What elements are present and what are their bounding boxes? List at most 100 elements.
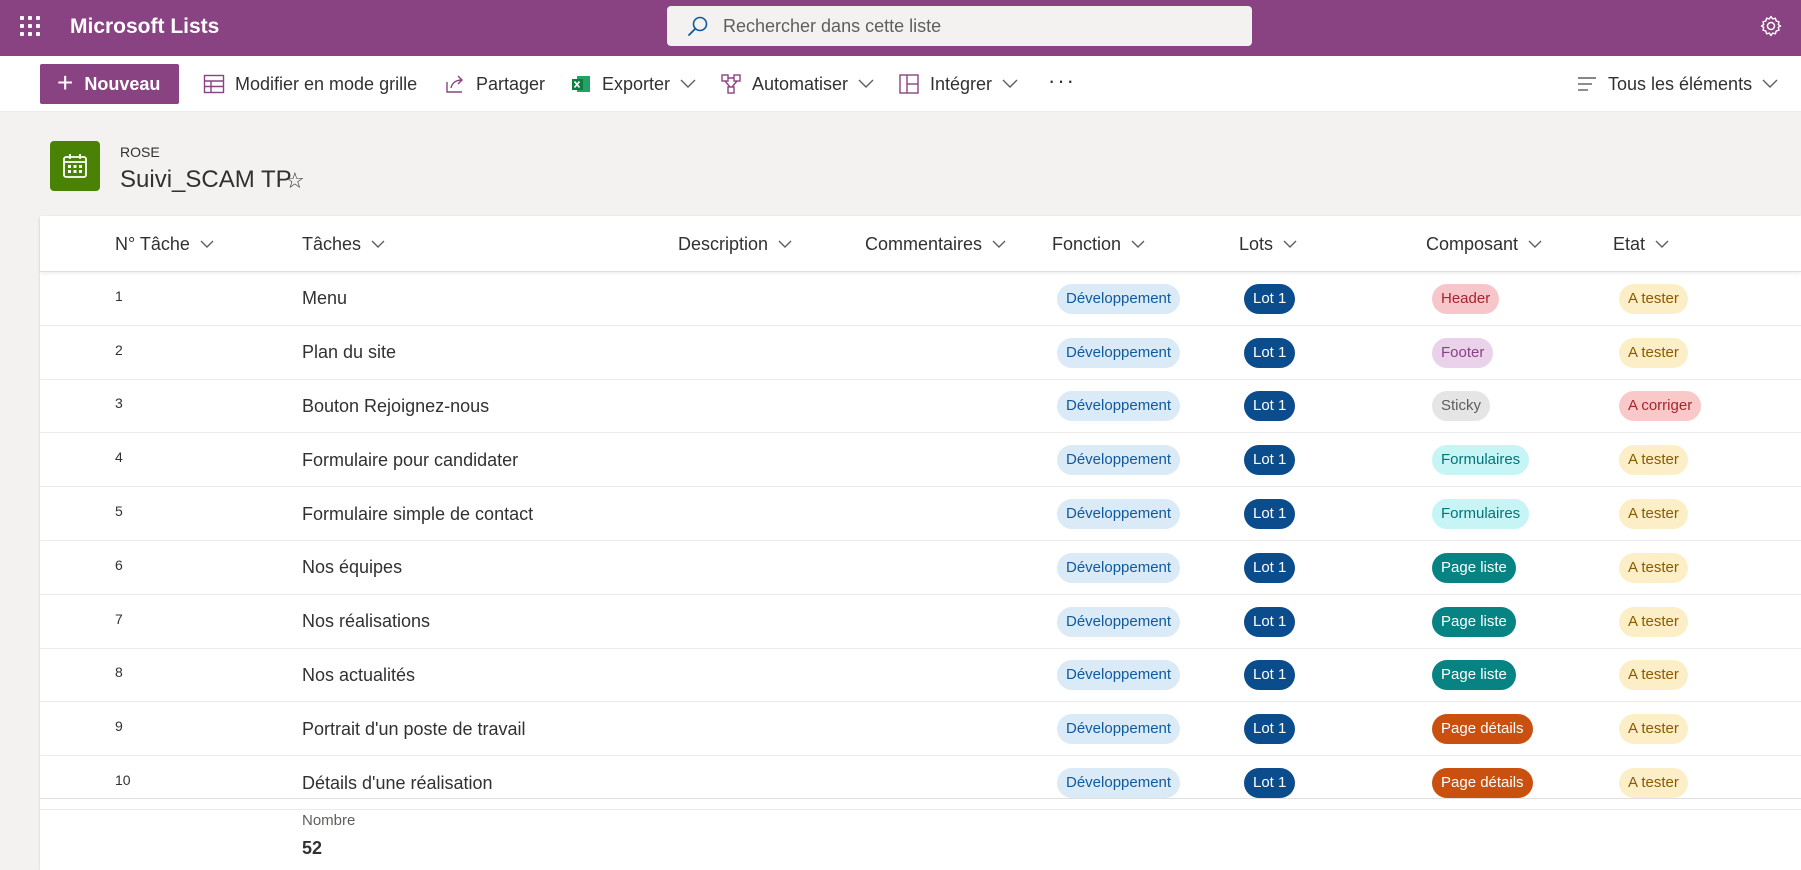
lot-cell[interactable]: Lot 1 bbox=[1244, 702, 1296, 756]
table-row[interactable]: 6 Nos équipes Développement Lot 1 Page liste… bbox=[40, 541, 1801, 595]
column-header[interactable]: Fonction bbox=[1052, 216, 1145, 272]
lot-cell[interactable]: Lot 1 bbox=[1244, 272, 1296, 326]
lot-cell[interactable]: Lot 1 bbox=[1244, 756, 1296, 810]
column-header[interactable]: N° Tâche bbox=[115, 216, 214, 272]
etat-cell[interactable]: A tester bbox=[1619, 649, 1688, 703]
fonction-cell[interactable]: Développement bbox=[1057, 272, 1181, 326]
column-header[interactable]: Tâches bbox=[302, 216, 385, 272]
lot-cell-pill: Lot 1 bbox=[1244, 660, 1296, 691]
count-value: 52 bbox=[302, 838, 323, 858]
task-title: Nos réalisations bbox=[302, 611, 431, 632]
etat-cell[interactable]: A corriger bbox=[1619, 380, 1702, 434]
etat-cell[interactable]: A tester bbox=[1619, 487, 1688, 541]
lot-cell[interactable]: Lot 1 bbox=[1244, 487, 1296, 541]
table-row[interactable]: 5 Formulaire simple de contact Développeme… bbox=[40, 487, 1801, 541]
table-row[interactable]: 7 Nos réalisations Développement Lot 1 Page … bbox=[40, 595, 1801, 649]
chevron-down-icon bbox=[1002, 79, 1018, 88]
favorite-star-icon[interactable]: ☆ bbox=[285, 168, 305, 194]
task-title: Nos actualités bbox=[302, 664, 416, 685]
etat-cell-pill: A tester bbox=[1619, 337, 1688, 368]
etat-cell[interactable]: A tester bbox=[1619, 702, 1688, 756]
task-number: 8 bbox=[115, 664, 123, 681]
composant-cell[interactable]: Page liste bbox=[1432, 541, 1516, 595]
composant-cell[interactable]: Page détails bbox=[1432, 756, 1533, 810]
table-row[interactable]: 3 Bouton Rejoignez-nous Développement Lot 1… bbox=[40, 380, 1801, 434]
lot-cell[interactable]: Lot 1 bbox=[1244, 541, 1296, 595]
lot-cell-pill: Lot 1 bbox=[1244, 714, 1296, 745]
lot-cell[interactable]: Lot 1 bbox=[1244, 433, 1296, 487]
column-header[interactable]: Etat bbox=[1613, 216, 1669, 272]
task-number: 2 bbox=[115, 341, 123, 358]
search-input[interactable] bbox=[723, 15, 1243, 37]
task-number: 6 bbox=[115, 556, 123, 573]
list-title[interactable]: Suivi_SCAM TP bbox=[120, 166, 292, 194]
table-row[interactable]: 8 Nos actualités Développement Lot 1 Page li… bbox=[40, 649, 1801, 703]
fonction-cell[interactable]: Développement bbox=[1057, 649, 1181, 703]
app-launcher-icon[interactable] bbox=[18, 14, 42, 38]
new-button[interactable]: + Nouveau bbox=[40, 64, 179, 104]
chevron-down-icon bbox=[680, 79, 696, 88]
column-header[interactable]: Lots bbox=[1239, 216, 1297, 272]
fonction-cell[interactable]: Développement bbox=[1057, 702, 1181, 756]
lot-cell[interactable]: Lot 1 bbox=[1244, 380, 1296, 434]
composant-cell-pill: Sticky bbox=[1432, 391, 1491, 422]
composant-cell[interactable]: Footer bbox=[1432, 326, 1494, 380]
share-button[interactable]: Partager bbox=[444, 56, 545, 112]
column-header[interactable]: Commentaires bbox=[865, 216, 1006, 272]
lot-cell[interactable]: Lot 1 bbox=[1244, 649, 1296, 703]
etat-cell[interactable]: A tester bbox=[1619, 756, 1688, 810]
grid-header: N° Tâche Tâches Description Commentaires Fon… bbox=[40, 216, 1801, 272]
composant-cell[interactable]: Page liste bbox=[1432, 595, 1516, 649]
table-row[interactable]: 9 Portrait d'un poste de travail Développe… bbox=[40, 702, 1801, 757]
lot-cell[interactable]: Lot 1 bbox=[1244, 595, 1296, 649]
fonction-cell[interactable]: Développement bbox=[1057, 541, 1181, 595]
new-button-label: Nouveau bbox=[84, 73, 161, 94]
table-row[interactable]: 2 Plan du site Développement Lot 1 Footer A t… bbox=[40, 326, 1801, 380]
task-title: Formulaire pour candidater bbox=[302, 449, 519, 470]
fonction-cell-pill: Développement bbox=[1057, 499, 1181, 530]
table-row[interactable]: 1 Menu Développement Lot 1 Header A tester bbox=[40, 272, 1801, 326]
composant-cell[interactable]: Formulaires bbox=[1432, 433, 1530, 487]
chevron-down-icon bbox=[1762, 79, 1778, 88]
more-options-button[interactable]: ··· bbox=[1048, 68, 1076, 94]
view-selector-label: Tous les éléments bbox=[1608, 73, 1753, 94]
etat-cell[interactable]: A tester bbox=[1619, 541, 1688, 595]
composant-cell[interactable]: Header bbox=[1432, 272, 1500, 326]
view-selector[interactable]: Tous les éléments bbox=[1576, 56, 1778, 112]
fonction-cell[interactable]: Développement bbox=[1057, 595, 1181, 649]
etat-cell[interactable]: A tester bbox=[1619, 272, 1688, 326]
composant-cell[interactable]: Formulaires bbox=[1432, 487, 1530, 541]
table-row[interactable]: 4 Formulaire pour candidater Développement… bbox=[40, 433, 1801, 488]
fonction-cell-pill: Développement bbox=[1057, 606, 1181, 637]
etat-cell[interactable]: A tester bbox=[1619, 595, 1688, 649]
automate-button[interactable]: Automatiser bbox=[720, 56, 874, 112]
composant-cell[interactable]: Page détails bbox=[1432, 702, 1533, 756]
column-header[interactable]: Composant bbox=[1426, 216, 1542, 272]
grid-edit-label: Modifier en mode grille bbox=[235, 73, 418, 94]
lot-cell[interactable]: Lot 1 bbox=[1244, 326, 1296, 380]
search-box[interactable] bbox=[667, 6, 1252, 46]
etat-cell[interactable]: A tester bbox=[1619, 433, 1688, 487]
etat-cell[interactable]: A tester bbox=[1619, 326, 1688, 380]
fonction-cell[interactable]: Développement bbox=[1057, 326, 1181, 380]
fonction-cell[interactable]: Développement bbox=[1057, 487, 1181, 541]
chevron-down-icon bbox=[1283, 240, 1297, 248]
column-header[interactable]: Description bbox=[678, 216, 792, 272]
fonction-cell[interactable]: Développement bbox=[1057, 756, 1181, 810]
export-button[interactable]: Exporter bbox=[570, 56, 696, 112]
chevron-down-icon bbox=[1655, 240, 1669, 248]
chevron-down-icon bbox=[1131, 240, 1145, 248]
app-title[interactable]: Microsoft Lists bbox=[70, 15, 219, 39]
table-row[interactable]: 10 Détails d'une réalisation Développement… bbox=[40, 756, 1801, 810]
composant-cell[interactable]: Sticky bbox=[1432, 380, 1491, 434]
fonction-cell[interactable]: Développement bbox=[1057, 433, 1181, 487]
integrate-button[interactable]: Intégrer bbox=[898, 56, 1018, 112]
grid-table-icon bbox=[203, 74, 225, 94]
list-site-name[interactable]: ROSE bbox=[120, 144, 160, 160]
grid-edit-button[interactable]: Modifier en mode grille bbox=[203, 56, 417, 112]
share-icon bbox=[446, 75, 463, 93]
fonction-cell[interactable]: Développement bbox=[1057, 380, 1181, 434]
composant-cell[interactable]: Page liste bbox=[1432, 649, 1516, 703]
settings-gear-icon[interactable] bbox=[1759, 14, 1783, 38]
fonction-cell-pill: Développement bbox=[1057, 337, 1181, 368]
